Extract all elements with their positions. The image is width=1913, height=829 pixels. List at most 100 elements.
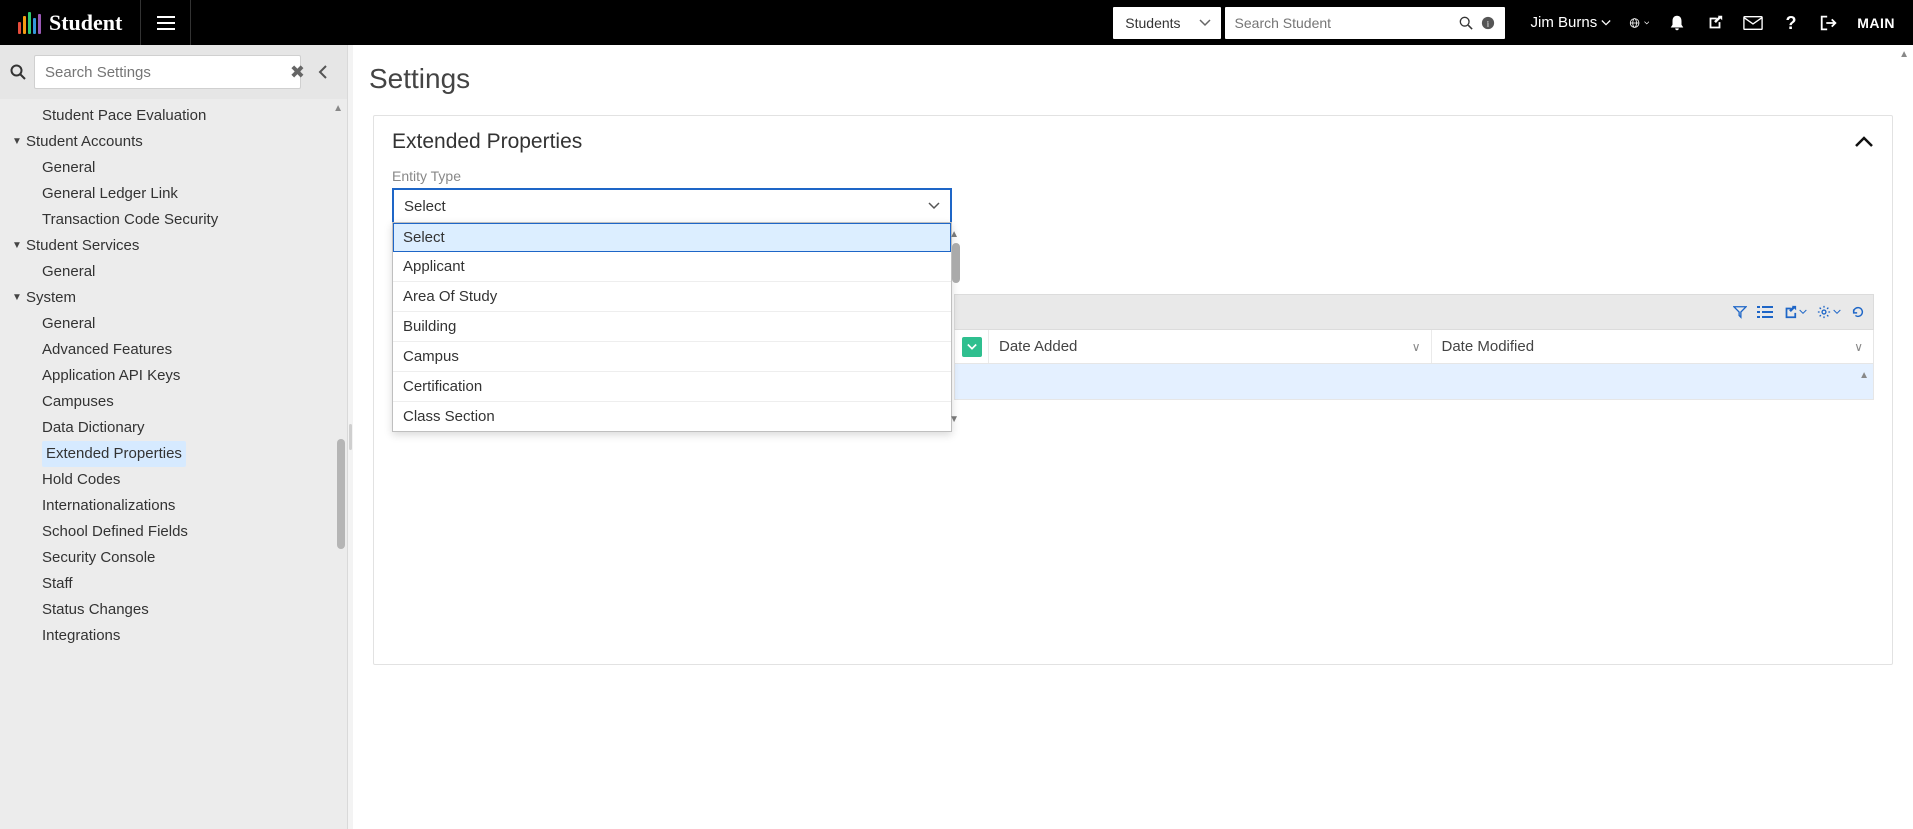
svg-text:?: ? (1786, 13, 1797, 33)
nav-group-label: System (26, 285, 76, 311)
entity-type-value: Select (404, 198, 446, 215)
top-bar: Student Students i Jim Burns (0, 0, 1913, 45)
nav-toggle-button[interactable] (141, 0, 191, 45)
grid-settings-button[interactable] (1817, 305, 1841, 319)
global-search[interactable]: i (1225, 7, 1505, 39)
nav-group[interactable]: ▼Student Accounts (0, 129, 347, 155)
nav-item-label: General (42, 259, 95, 285)
nav-item-label: Extended Properties (42, 441, 186, 467)
dropdown-option[interactable]: Select (393, 223, 951, 252)
export-icon (1783, 305, 1797, 319)
chevron-down-icon: ∨ (1412, 340, 1421, 354)
global-search-input[interactable] (1235, 15, 1451, 31)
nav-item[interactable]: Hold Codes (0, 467, 347, 493)
page-title: Settings (353, 45, 1913, 115)
search-icon[interactable] (1459, 16, 1473, 30)
gear-icon (1817, 305, 1831, 319)
nav-item[interactable]: Integrations (0, 623, 347, 649)
context-selector-label: Students (1125, 15, 1180, 31)
external-link-icon (1706, 14, 1724, 32)
nav-item-label: Internationalizations (42, 493, 175, 519)
scroll-up-icon: ▲ (333, 103, 343, 114)
grid-empty-row[interactable]: ▲ (954, 364, 1874, 400)
nav-item[interactable]: Application API Keys (0, 363, 347, 389)
nav-item[interactable]: School Defined Fields (0, 519, 347, 545)
user-menu[interactable]: Jim Burns (1531, 14, 1612, 31)
nav-item[interactable]: Transaction Code Security (0, 207, 347, 233)
nav-item[interactable]: Extended Properties (0, 441, 347, 467)
grid-select-all[interactable] (955, 330, 989, 363)
brand: Student (0, 0, 140, 45)
grid-filter-button[interactable] (1733, 305, 1747, 319)
nav-item-label: Hold Codes (42, 467, 120, 493)
scrollbar-thumb[interactable] (337, 439, 345, 549)
open-external-button[interactable] (1705, 13, 1725, 33)
sidebar-search-input[interactable] (34, 55, 301, 89)
campus-indicator[interactable]: MAIN (1857, 15, 1895, 31)
chevron-down-icon (1833, 308, 1841, 316)
main-area: ▲ Settings Extended Properties Entity Ty… (353, 45, 1913, 829)
panel-header: Extended Properties (392, 130, 1874, 154)
dropdown-option[interactable]: Area Of Study (393, 282, 951, 312)
sidebar-nav[interactable]: Student Pace Evaluation▼Student Accounts… (0, 99, 347, 829)
nav-item-label: Integrations (42, 623, 120, 649)
nav-group[interactable]: ▼System (0, 285, 347, 311)
nav-item[interactable]: Status Changes (0, 597, 347, 623)
column-header-date-modified[interactable]: Date Modified ∨ (1432, 330, 1874, 363)
dropdown-option[interactable]: Campus (393, 342, 951, 372)
nav-item[interactable]: Advanced Features (0, 337, 347, 363)
nav-item[interactable]: General (0, 311, 347, 337)
nav-item-label: General Ledger Link (42, 181, 178, 207)
signout-button[interactable] (1819, 13, 1839, 33)
nav-item-label: Data Dictionary (42, 415, 145, 441)
dropdown-list[interactable]: SelectApplicantArea Of StudyBuildingCamp… (393, 223, 951, 431)
dropdown-option[interactable]: Class Section (393, 402, 951, 431)
nav-item[interactable]: Security Console (0, 545, 347, 571)
grid-toolbar (954, 294, 1874, 330)
sidebar-collapse-button[interactable] (309, 65, 337, 79)
properties-grid: Date Added ∨ Date Modified ∨ ▲ (954, 294, 1874, 400)
help-button[interactable]: ? (1781, 13, 1801, 33)
panel-collapse-button[interactable] (1854, 135, 1874, 149)
nav-item[interactable]: Staff (0, 571, 347, 597)
nav-item[interactable]: General (0, 259, 347, 285)
nav-group[interactable]: ▼Student Services (0, 233, 347, 259)
grid-export-button[interactable] (1783, 305, 1807, 319)
messages-button[interactable] (1743, 13, 1763, 33)
column-header-date-added[interactable]: Date Added ∨ (989, 330, 1432, 363)
nav-item[interactable]: General Ledger Link (0, 181, 347, 207)
nav-item[interactable]: Student Pace Evaluation (0, 103, 347, 129)
brand-logo-icon (18, 12, 41, 34)
info-icon[interactable]: i (1481, 16, 1495, 30)
scroll-up-icon: ▲ (1859, 370, 1869, 381)
globe-menu[interactable] (1629, 13, 1649, 33)
column-label: Date Modified (1442, 338, 1535, 355)
nav-item[interactable]: Internationalizations (0, 493, 347, 519)
chevron-up-icon (1854, 135, 1874, 149)
clear-search-button[interactable]: ✖ (290, 62, 305, 83)
scroll-up-icon: ▲ (1899, 49, 1909, 60)
app-shell: ✖ ▲ Student Pace Evaluation▼Student Acco… (0, 45, 1913, 829)
topbar-spacer (191, 0, 1105, 45)
grid-refresh-button[interactable] (1851, 305, 1865, 319)
scroll-down-icon: ▼ (949, 414, 959, 425)
hamburger-icon (157, 16, 175, 30)
filter-icon (1733, 305, 1747, 319)
nav-item[interactable]: Campuses (0, 389, 347, 415)
nav-item[interactable]: Data Dictionary (0, 415, 347, 441)
chevron-down-icon (1199, 17, 1211, 29)
question-icon: ? (1784, 13, 1798, 33)
nav-item-label: General (42, 311, 95, 337)
dropdown-option[interactable]: Certification (393, 372, 951, 402)
nav-item-label: Security Console (42, 545, 155, 571)
notifications-button[interactable] (1667, 13, 1687, 33)
scrollbar-thumb[interactable] (952, 243, 960, 283)
entity-type-select[interactable]: Select (392, 188, 952, 224)
chevron-down-icon: ∨ (1854, 340, 1863, 354)
dropdown-option[interactable]: Building (393, 312, 951, 342)
sidebar-nav-wrap: ▲ Student Pace Evaluation▼Student Accoun… (0, 99, 347, 829)
dropdown-option[interactable]: Applicant (393, 252, 951, 282)
nav-item[interactable]: General (0, 155, 347, 181)
grid-list-button[interactable] (1757, 305, 1773, 319)
context-selector[interactable]: Students (1113, 7, 1220, 39)
